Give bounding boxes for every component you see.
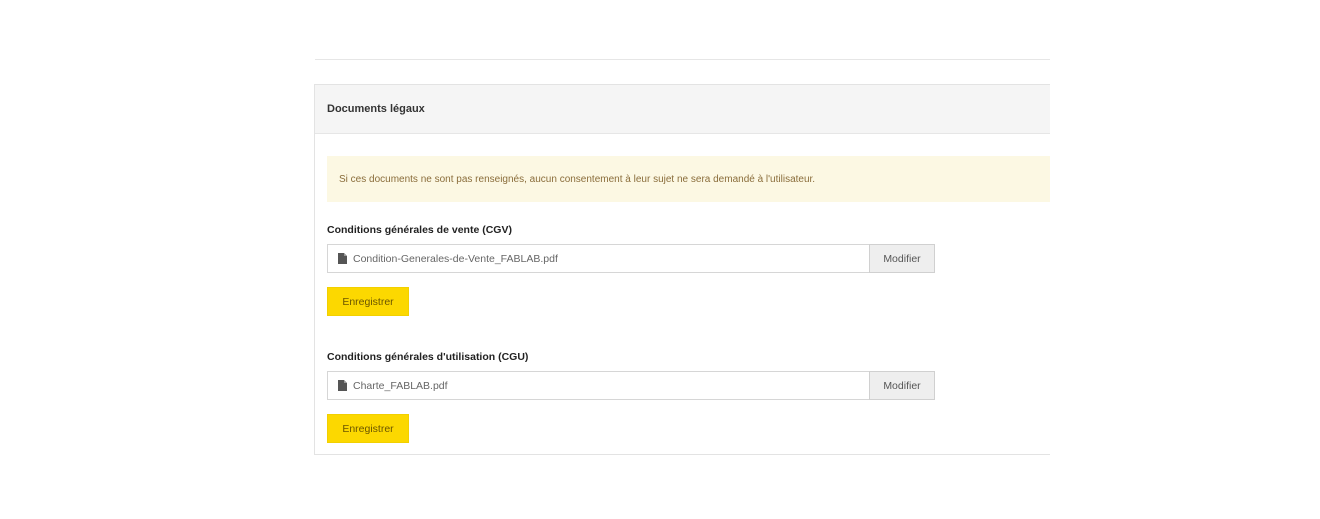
cgv-save-button[interactable]: Enregistrer: [327, 287, 409, 316]
cgu-label: Conditions générales d'utilisation (CGU): [327, 351, 529, 363]
cgv-file-group[interactable]: Condition-Generales-de-Vente_FABLAB.pdf …: [327, 244, 935, 273]
notice-alert: Si ces documents ne sont pas renseignés,…: [327, 156, 1050, 202]
legal-documents-panel: Documents légaux Si ces documents ne son…: [314, 84, 1050, 455]
cgv-label: Conditions générales de vente (CGV): [327, 224, 512, 236]
cgv-filename: Condition-Generales-de-Vente_FABLAB.pdf: [353, 252, 558, 265]
panel-title: Documents légaux: [315, 85, 1050, 134]
notice-text: Si ces documents ne sont pas renseignés,…: [339, 173, 816, 185]
file-icon: [338, 380, 347, 391]
cgu-file-field[interactable]: Charte_FABLAB.pdf: [327, 371, 869, 400]
cgv-modify-button[interactable]: Modifier: [869, 244, 935, 273]
cgu-filename: Charte_FABLAB.pdf: [353, 379, 448, 392]
file-icon: [338, 253, 347, 264]
cgu-modify-button[interactable]: Modifier: [869, 371, 935, 400]
top-divider: [315, 59, 1050, 60]
cgu-save-button[interactable]: Enregistrer: [327, 414, 409, 443]
cgv-file-field[interactable]: Condition-Generales-de-Vente_FABLAB.pdf: [327, 244, 869, 273]
cgu-file-group[interactable]: Charte_FABLAB.pdf Modifier: [327, 371, 935, 400]
